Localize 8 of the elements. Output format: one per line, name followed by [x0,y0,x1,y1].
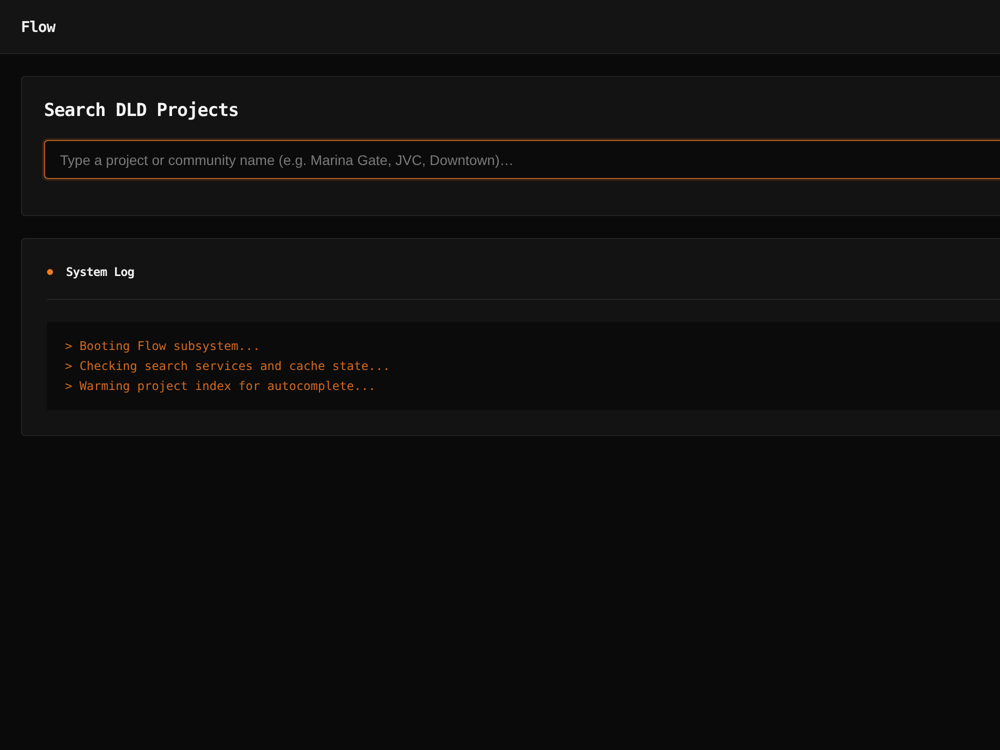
log-line: > Checking search services and cache state... [65,358,392,375]
log-line: > Warming project index for autocomplete... [65,378,377,395]
log-line: > Booting Flow subsystem... [65,338,262,355]
log-title: System Log [66,265,134,279]
search-title: Search DLD Projects [44,99,240,123]
app-title: Flow [21,18,56,36]
status-dot-icon [47,269,53,275]
search-field[interactable]: Type a project or community name (e.g. Marina Gate, JVC, Downtown)… [44,140,1000,179]
